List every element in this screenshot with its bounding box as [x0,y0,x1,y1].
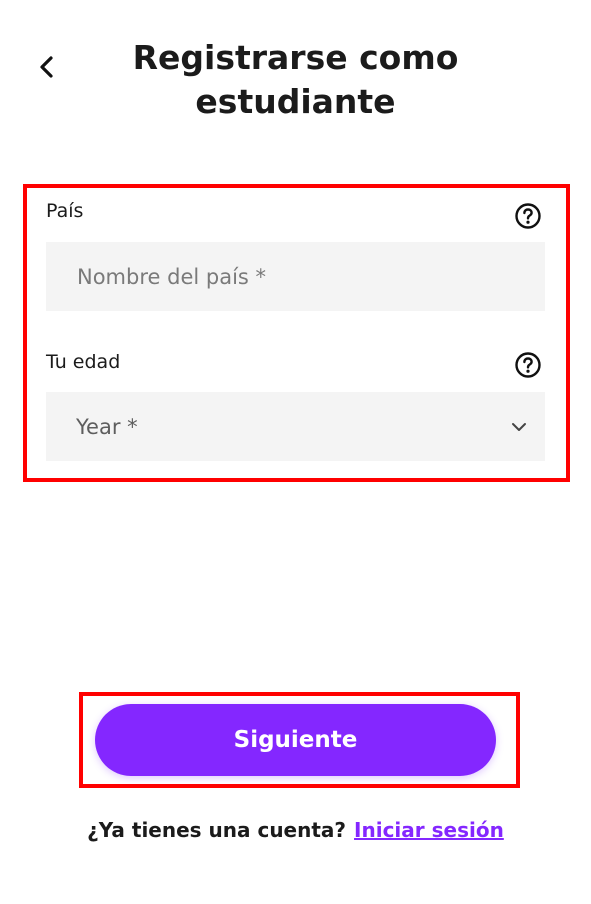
page-title: Registrarse como estudiante [132,38,459,121]
chevron-left-icon [40,56,53,78]
back-button[interactable] [30,50,64,84]
question-circle-icon[interactable] [514,202,542,230]
age-selected-value: Year * [76,414,138,439]
question-circle-icon[interactable] [514,351,542,379]
next-button[interactable]: Siguiente [95,704,496,776]
country-input[interactable] [46,242,545,311]
login-prompt: ¿Ya tienes una cuenta? Iniciar sesión [0,818,591,842]
age-year-select[interactable]: Year * [46,392,545,461]
chevron-down-icon [512,422,526,431]
age-label: Tu edad [46,351,121,373]
login-link[interactable]: Iniciar sesión [354,818,504,842]
account-prompt-text: ¿Ya tienes una cuenta? [87,818,347,842]
country-label: País [46,200,84,222]
